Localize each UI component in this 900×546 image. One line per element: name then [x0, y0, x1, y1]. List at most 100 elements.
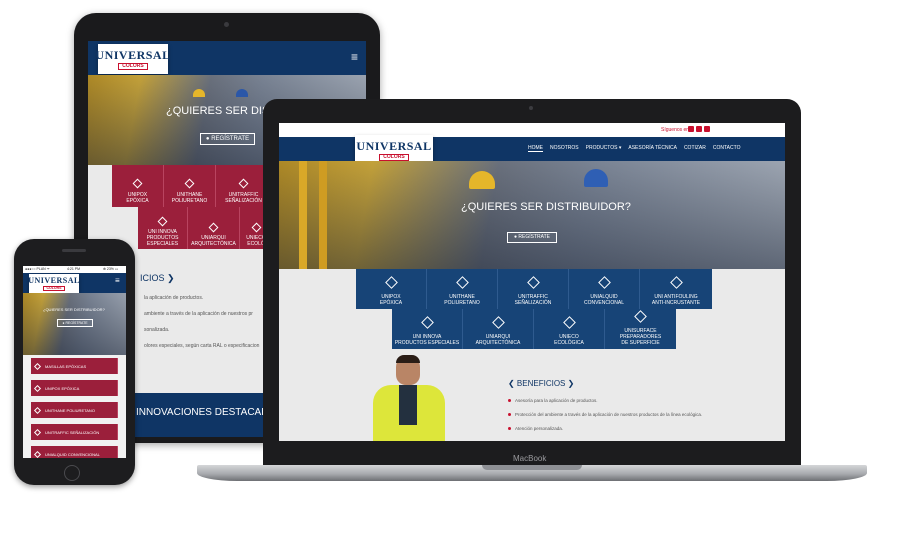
nav-home[interactable]: HOME: [528, 145, 543, 152]
tablet-tile[interactable]: UNIARQUI ARQUITECTÓNICA: [188, 207, 240, 249]
list-item[interactable]: UNIPOX EPÓXICA: [31, 380, 118, 396]
product-icon: [420, 316, 434, 329]
phone-hero: ¿QUIERES SER DISTRIBUIDOR? ● REGÍSTRATE: [23, 293, 126, 355]
phone-logo[interactable]: UNIVERSAL COLORS: [28, 274, 80, 294]
social-label: Síguenos en:: [661, 127, 691, 133]
tablet-benefits-title: ICIOS ❯: [140, 273, 175, 283]
phone-device: ●●●○○ PLAN ᯤ 4:21 PM ⊕ 23% ▭ UNIVERSAL C…: [14, 239, 135, 485]
tile-sublabel: ARQUITECTÓNICA: [191, 241, 236, 247]
tablet-benefit-line: olores especiales, según carta RAL o esp…: [144, 343, 260, 349]
product-icon: [132, 178, 143, 189]
product-icon: [33, 450, 42, 458]
hamburger-menu-icon[interactable]: ≡: [115, 276, 120, 285]
hamburger-menu-icon[interactable]: ≡: [351, 50, 358, 64]
product-tile-unitraffic[interactable]: UNITRAFFIC SEÑALIZACIÓN: [498, 269, 569, 309]
list-item[interactable]: MASILLAS EPÓXICAS: [31, 358, 118, 374]
twitter-icon[interactable]: [688, 126, 694, 132]
bullet-icon: [508, 413, 511, 416]
product-tile-unisurface[interactable]: UNISURFACE PREPARADORES DE SUPERFICIE: [605, 309, 676, 349]
product-icon: [526, 276, 540, 289]
product-tile-uniarqui[interactable]: UNIARQUI ARQUITECTÓNICA: [463, 309, 534, 349]
tablet-logo[interactable]: UNIVERSAL COLORS: [95, 44, 171, 74]
logo-text: UNIVERSAL: [95, 47, 171, 62]
tablet-tile[interactable]: UNIPOX EPÓXICA: [112, 165, 164, 207]
laptop-base: [197, 465, 867, 481]
battery-icon: ⊕ 23% ▭: [103, 267, 119, 271]
products-row-2: UNI INNOVA PRODUCTOS ESPECIALES UNIARQUI…: [392, 309, 676, 349]
phone-register-button[interactable]: ● REGÍSTRATE: [57, 319, 93, 327]
products-row-1: UNIPOX EPÓXICA UNITHANE POLIURETANO UNIT…: [356, 269, 712, 309]
benefits-title: ❮ BENEFICIOS ❯: [508, 379, 575, 388]
list-item-label: UNITHANE POLIURETANO: [45, 407, 95, 413]
crane-structure: [299, 161, 307, 269]
hero-title: ¿QUIERES SER DISTRIBUIDOR?: [461, 201, 631, 213]
product-icon: [597, 276, 611, 289]
logo-subtext: COLORS: [118, 62, 148, 70]
product-icon: [33, 428, 42, 436]
nav-asesoria[interactable]: ASESORÍA TÉCNICA: [628, 145, 677, 152]
tile-sublabel: POLIURETANO: [171, 198, 208, 204]
product-tile-unipox[interactable]: UNIPOX EPÓXICA: [356, 269, 427, 309]
product-icon: [184, 178, 195, 189]
nav-cotizar[interactable]: COTIZAR: [684, 145, 706, 152]
tile-sublabel: CONVENCIONAL: [583, 300, 624, 306]
nav-productos[interactable]: PRODUCTOS ▾: [586, 145, 622, 152]
product-tile-unithane[interactable]: UNITHANE POLIURETANO: [427, 269, 498, 309]
benefit-item: Protección del ambiente a través de la a…: [508, 412, 702, 417]
product-icon: [634, 310, 647, 323]
phone-product-list: MASILLAS EPÓXICAS UNIPOX EPÓXICA UNITHAN…: [31, 358, 118, 458]
list-item[interactable]: UNITHANE POLIURETANO: [31, 402, 118, 418]
logo-text: UNIVERSAL: [28, 275, 80, 285]
phone-hero-title: ¿QUIERES SER DISTRIBUIDOR?: [43, 307, 105, 312]
tablet-register-button[interactable]: ● REGÍSTRATE: [200, 133, 255, 145]
product-tile-unialquid[interactable]: UNIALQUID CONVENCIONAL: [569, 269, 640, 309]
linkedin-icon[interactable]: [696, 126, 702, 132]
crane-structure: [319, 161, 327, 269]
tablet-benefit-line: ambiente a través de la aplicación de nu…: [144, 311, 253, 317]
benefit-item: Atención personalizada.: [508, 426, 563, 431]
product-icon: [208, 222, 219, 233]
worker-shirt: [399, 385, 417, 425]
product-icon: [157, 216, 168, 227]
product-icon: [384, 276, 398, 289]
main-nav: HOME NOSOTROS PRODUCTOS ▾ ASESORÍA TÉCNI…: [528, 145, 740, 152]
macbook-label: MacBook: [513, 454, 547, 463]
product-tile-antifouling[interactable]: UNI ANTIFOULING ANTI-INCRUSTANTE: [640, 269, 712, 309]
nav-contacto[interactable]: CONTACTO: [713, 145, 741, 152]
tablet-tile[interactable]: UNITHANE POLIURETANO: [164, 165, 216, 207]
tablet-tiles-row2: UNI INNOVA PRODUCTOS ESPECIALES UNIARQUI…: [138, 207, 273, 249]
list-item-label: UNIALQUID CONVENCIONAL: [45, 451, 100, 457]
list-item[interactable]: UNITRAFFIC SEÑALIZACIÓN: [31, 424, 118, 440]
phone-home-button[interactable]: [64, 465, 80, 481]
list-item-label: UNITRAFFIC SEÑALIZACIÓN: [45, 429, 100, 435]
hero-overlay: [279, 161, 785, 269]
worker-helmet: [236, 89, 248, 97]
product-icon: [455, 276, 469, 289]
laptop-camera: [529, 106, 533, 110]
banner-title: INNOVACIONES DESTACADAS: [136, 407, 282, 418]
tile-sublabel: PRODUCTOS ESPECIALES: [146, 235, 179, 247]
youtube-icon[interactable]: [704, 126, 710, 132]
product-tile-uni-innova[interactable]: UNI INNOVA PRODUCTOS ESPECIALES: [392, 309, 463, 349]
nav-nosotros[interactable]: NOSOTROS: [550, 145, 579, 152]
product-icon: [33, 384, 42, 392]
product-icon: [562, 316, 576, 329]
list-item-label: MASILLAS EPÓXICAS: [45, 363, 87, 369]
product-tile-unieco[interactable]: UNIECO ECOLÓGICA: [534, 309, 605, 349]
logo-text: UNIVERSAL: [356, 138, 432, 153]
logo-subtext: COLORS: [42, 285, 66, 292]
register-button[interactable]: ● REGÍSTRATE: [507, 232, 557, 243]
phone-screen: ●●●○○ PLAN ᯤ 4:21 PM ⊕ 23% ▭ UNIVERSAL C…: [23, 266, 126, 458]
tile-sublabel: ECOLÓGICA: [554, 340, 584, 346]
laptop-screen: Síguenos en: UNIVERSAL COLORS HOME NOSOT…: [279, 123, 785, 441]
benefit-item: Asesoría para la aplicación de productos…: [508, 398, 598, 403]
product-icon: [669, 276, 683, 289]
list-item[interactable]: UNIALQUID CONVENCIONAL: [31, 446, 118, 458]
tile-sublabel: POLIURETANO: [444, 300, 480, 306]
tablet-tile[interactable]: UNI INNOVA PRODUCTOS ESPECIALES: [138, 207, 188, 249]
tile-sublabel: PRODUCTOS ESPECIALES: [394, 340, 460, 346]
worker-hair: [396, 355, 420, 363]
tile-sublabel: EPÓXICA: [379, 300, 403, 306]
tile-sublabel: DE SUPERFICIE: [621, 340, 660, 346]
benefit-text: Asesoría para la aplicación de productos…: [515, 398, 598, 403]
